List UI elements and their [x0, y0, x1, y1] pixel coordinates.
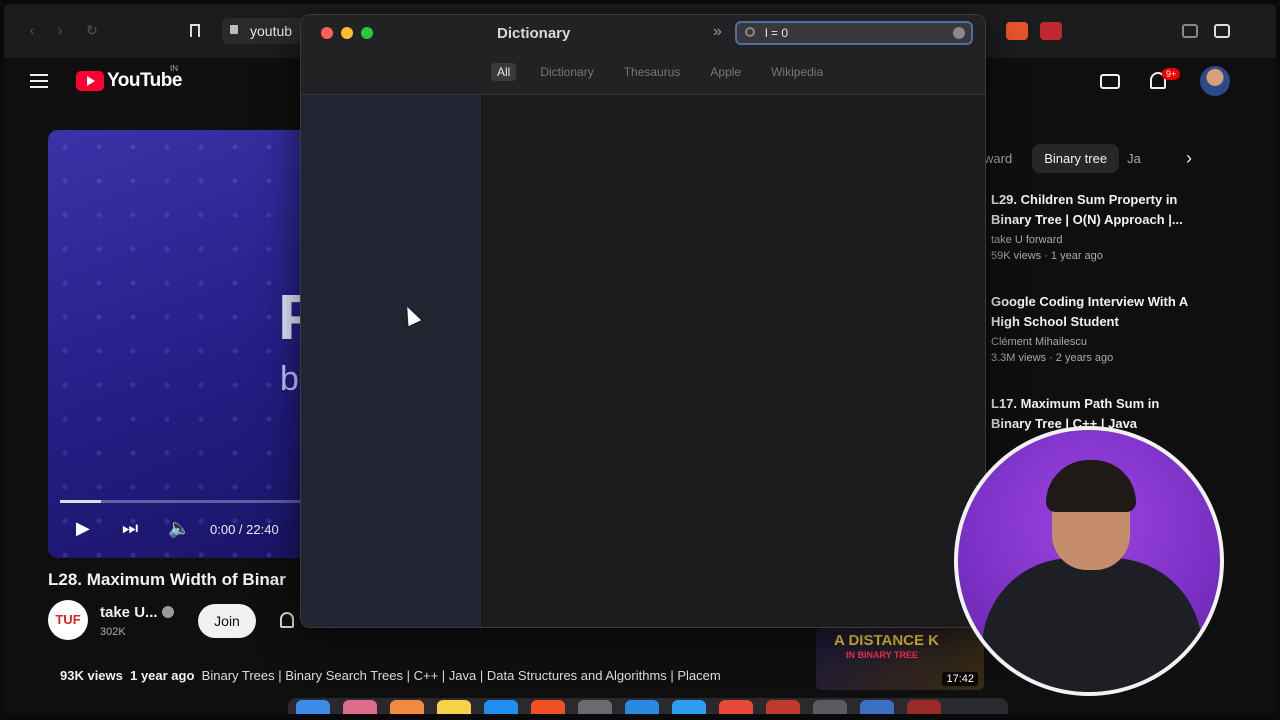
notes-icon[interactable]: [437, 700, 471, 714]
video-frame-letter-small: b: [280, 360, 299, 398]
dictionary-source-tabs: All Dictionary Thesaurus Apple Wikipedia: [491, 63, 847, 81]
next-icon[interactable]: ⏭: [122, 518, 138, 539]
minimize-window-icon[interactable]: [341, 27, 353, 39]
menu-icon[interactable]: [30, 74, 48, 88]
youtube-play-logo-icon: [76, 71, 104, 91]
topic-chips: ward Binary tree Ja: [984, 142, 1161, 174]
video-tags: Binary Trees | Binary Search Trees | C++…: [201, 668, 721, 683]
chip-item[interactable]: ward: [984, 144, 1024, 173]
create-video-icon[interactable]: [1100, 74, 1120, 89]
thumbnail-duration: 17:42: [942, 672, 978, 686]
app-icon[interactable]: [766, 700, 800, 714]
volume-icon[interactable]: 🔈: [168, 518, 190, 539]
subscriber-count: 302K: [100, 626, 126, 638]
presenter-body: [982, 558, 1202, 692]
app-icon[interactable]: [813, 700, 847, 714]
notification-count-badge: 9+: [1162, 68, 1181, 80]
view-count: 93K views: [60, 668, 123, 683]
bookmark-icon[interactable]: [190, 24, 200, 37]
tab-thesaurus[interactable]: Thesaurus: [618, 63, 687, 81]
presenter-hair: [1046, 460, 1136, 512]
brave-shield-icon[interactable]: [1006, 22, 1028, 40]
close-window-icon[interactable]: [321, 27, 333, 39]
brave-rewards-icon[interactable]: [1040, 22, 1062, 40]
thumbnail-subtitle: IN BINARY TREE: [846, 650, 919, 660]
lock-icon: [230, 25, 238, 34]
recommendation-title: L29. Children Sum Property in Binary Tre…: [991, 192, 1183, 227]
macos-dock: [288, 698, 1008, 714]
finder-icon[interactable]: [296, 700, 330, 714]
thumbnail-title: A DISTANCE K: [834, 632, 939, 649]
recommendation-item[interactable]: Google Coding Interview With A High Scho…: [991, 292, 1201, 364]
country-code: IN: [170, 64, 178, 73]
channel-name[interactable]: take U...: [100, 604, 158, 621]
brave-icon[interactable]: [531, 700, 565, 714]
tab-apple[interactable]: Apple: [704, 63, 747, 81]
youtube-logo[interactable]: YouTube: [76, 70, 182, 92]
verified-icon: [162, 606, 174, 618]
desktop-screen: ‹ › ↻ youtub YouTube IN 9+ P b ▶ ⏭: [4, 4, 1276, 714]
youtube-logo-text: YouTube: [107, 70, 182, 91]
play-icon[interactable]: ▶: [76, 518, 90, 539]
chip-item[interactable]: Binary tree: [1032, 143, 1120, 173]
tab-all[interactable]: All: [491, 63, 517, 81]
recommendation-meta: 59K views · 1 year ago: [991, 250, 1103, 262]
safari-icon[interactable]: [672, 700, 706, 714]
search-query: l = 0: [765, 26, 789, 40]
system-settings-icon[interactable]: [578, 700, 612, 714]
sidebar-toggle-icon[interactable]: [1182, 24, 1198, 38]
reload-icon[interactable]: ↻: [84, 22, 100, 38]
video-description[interactable]: 93K views 1 year ago Binary Trees | Bina…: [60, 668, 780, 683]
back-icon[interactable]: ‹: [24, 22, 40, 38]
recommendation-title: Google Coding Interview With A High Scho…: [991, 294, 1188, 329]
app-icon[interactable]: [860, 700, 894, 714]
account-avatar[interactable]: [1200, 66, 1230, 96]
recommendation-item[interactable]: L29. Children Sum Property in Binary Tre…: [991, 190, 1201, 262]
chevron-right-icon[interactable]: ›: [1186, 148, 1192, 169]
video-progress-bar[interactable]: [60, 500, 336, 503]
video-progress-fill: [60, 500, 102, 503]
tab-wikipedia[interactable]: Wikipedia: [765, 63, 829, 81]
launchpad-icon[interactable]: [343, 700, 377, 714]
recommendation-channel: take U forward: [991, 234, 1063, 246]
webcam-overlay: [954, 426, 1224, 696]
video-time: 0:00 / 22:40: [210, 522, 279, 537]
tab-dictionary[interactable]: Dictionary: [534, 63, 599, 81]
recommendation-meta: 3.3M views · 2 years ago: [991, 352, 1114, 364]
vscode-icon[interactable]: [625, 700, 659, 714]
double-chevron-icon[interactable]: »: [713, 23, 722, 41]
video-title: L28. Maximum Width of Binar: [48, 570, 286, 589]
wallet-icon[interactable]: [1214, 24, 1230, 38]
dictionary-title: Dictionary: [497, 25, 571, 42]
dictionary-window: Dictionary » l = 0 All Dictionary Thesau…: [300, 14, 986, 628]
chrome-icon[interactable]: [719, 700, 753, 714]
dictionary-sidebar[interactable]: [301, 95, 481, 627]
dictionary-app-icon[interactable]: [907, 700, 941, 714]
channel-avatar[interactable]: TUF: [48, 600, 88, 640]
clear-search-icon[interactable]: [953, 27, 965, 39]
dictionary-content[interactable]: [482, 95, 985, 627]
upload-age: 1 year ago: [130, 668, 195, 683]
address-url: youtub: [250, 23, 293, 39]
search-icon: [745, 27, 755, 37]
subscribe-bell-icon[interactable]: [280, 612, 294, 628]
forward-icon[interactable]: ›: [52, 22, 68, 38]
dictionary-titlebar: Dictionary » l = 0 All Dictionary Thesau…: [301, 15, 985, 95]
join-button[interactable]: Join: [198, 604, 256, 638]
photos-icon[interactable]: [390, 700, 424, 714]
dictionary-search-field[interactable]: l = 0: [735, 21, 973, 45]
zoom-window-icon[interactable]: [361, 27, 373, 39]
related-video-thumbnail[interactable]: A DISTANCE K IN BINARY TREE 17:42: [816, 628, 984, 690]
app-store-icon[interactable]: [484, 700, 518, 714]
chip-item[interactable]: Ja: [1127, 144, 1153, 173]
recommendation-channel: Clément Mihailescu: [991, 336, 1087, 348]
